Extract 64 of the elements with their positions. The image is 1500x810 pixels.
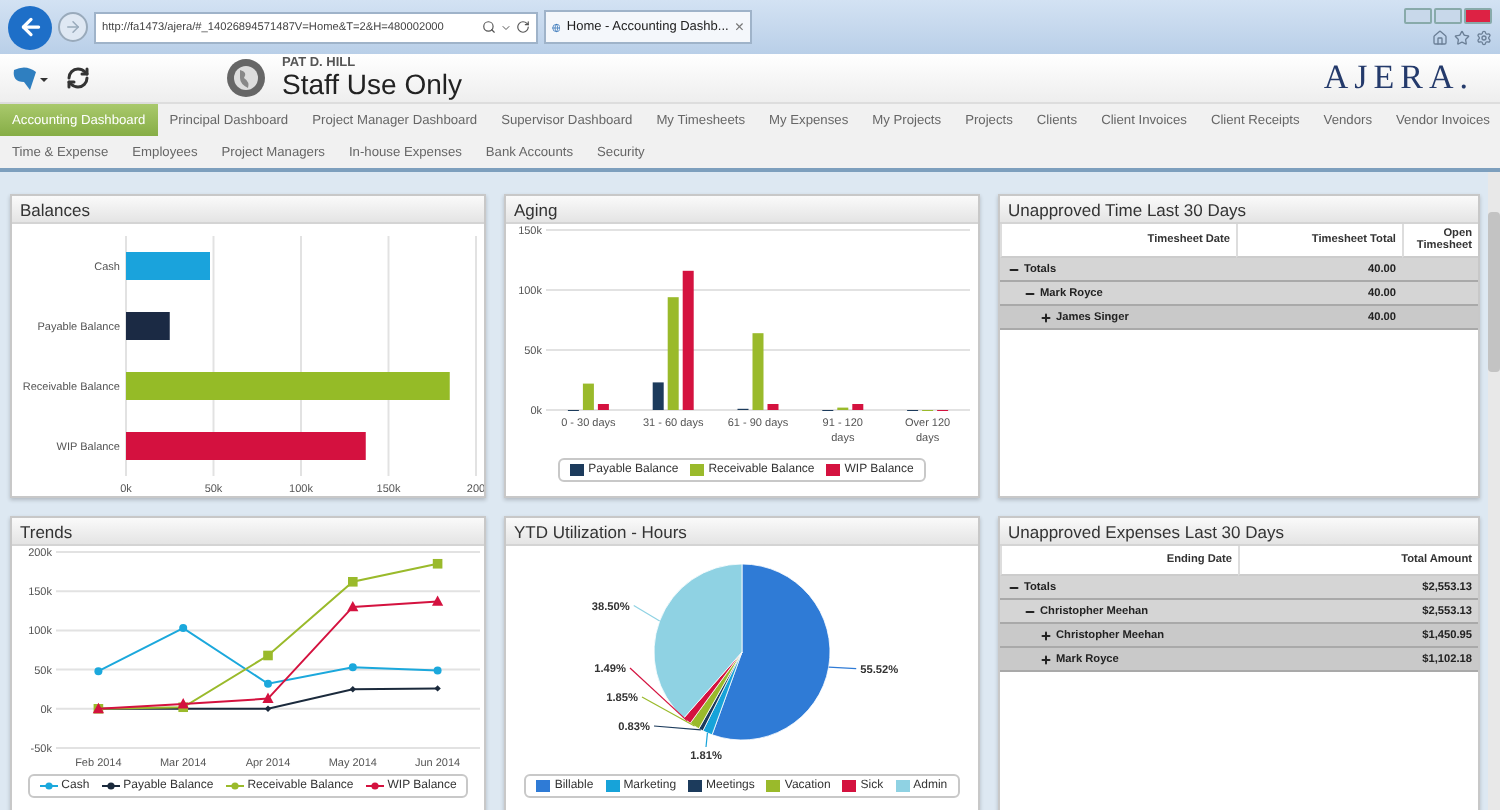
back-arrow-icon <box>17 14 43 40</box>
data-point <box>433 666 442 675</box>
data-point <box>432 558 443 569</box>
expand-icon[interactable] <box>1040 311 1052 323</box>
bar <box>582 383 594 410</box>
legend-swatch <box>536 780 551 792</box>
data-point <box>264 679 272 688</box>
legend-swatch <box>826 464 841 476</box>
collapse-icon[interactable] <box>1024 287 1036 299</box>
data-point <box>432 595 444 606</box>
legend-swatch <box>842 780 857 792</box>
legend-swatch <box>570 464 585 476</box>
scrollbar[interactable] <box>1488 172 1500 810</box>
panel-title: Trends <box>12 518 484 546</box>
data-point <box>179 624 188 633</box>
star-icon[interactable] <box>1454 30 1470 46</box>
settings-icon[interactable] <box>1476 30 1492 46</box>
brand-logo: AJERA. <box>1323 58 1474 98</box>
data-point <box>348 663 357 672</box>
home-icon[interactable] <box>1432 30 1448 46</box>
refresh-icon[interactable] <box>516 20 530 34</box>
collapse-icon[interactable] <box>1008 263 1020 275</box>
forward-arrow-icon <box>64 18 82 36</box>
data-point <box>348 577 358 587</box>
bar <box>667 297 679 410</box>
legend-marker <box>39 780 58 792</box>
page-title: Staff Use Only <box>282 70 463 99</box>
close-button[interactable]: × <box>734 18 744 36</box>
bar <box>682 270 694 410</box>
bar <box>752 333 764 410</box>
expand-icon[interactable] <box>1040 629 1052 641</box>
data-point <box>434 685 441 692</box>
leader-line <box>828 666 857 670</box>
legend-marker <box>101 780 120 792</box>
legend-marker <box>225 780 244 792</box>
app-logo-icon[interactable] <box>10 64 50 92</box>
collapse-icon[interactable] <box>1024 605 1036 617</box>
panel-title: Balances <box>12 196 484 224</box>
bar <box>652 382 664 410</box>
bar <box>767 404 779 410</box>
panel-title: Aging <box>506 196 978 224</box>
back-button[interactable] <box>8 5 52 49</box>
expand-icon[interactable] <box>1040 653 1052 665</box>
legend-swatch <box>766 780 781 792</box>
collapse-icon[interactable] <box>1008 581 1020 593</box>
search-icon[interactable] <box>482 20 496 34</box>
legend-swatch <box>688 780 703 792</box>
panel-title: Unapproved Time Last 30 Days <box>1000 196 1478 224</box>
leader-line <box>633 605 661 622</box>
legend-swatch <box>895 780 910 792</box>
data-point <box>263 650 273 661</box>
refresh-icon[interactable] <box>66 66 90 90</box>
legend-swatch <box>605 780 620 792</box>
leader-line <box>705 732 709 748</box>
bar <box>597 404 609 410</box>
page-icon <box>552 19 561 35</box>
bar <box>852 404 864 410</box>
legend-swatch <box>690 464 705 476</box>
panel-title: YTD Utilization - Hours <box>506 518 978 546</box>
legend-marker <box>365 780 384 792</box>
data-point <box>347 600 359 612</box>
data-point <box>94 667 103 676</box>
data-point <box>349 686 356 693</box>
panel-title: Unapproved Expenses Last 30 Days <box>1000 518 1478 546</box>
